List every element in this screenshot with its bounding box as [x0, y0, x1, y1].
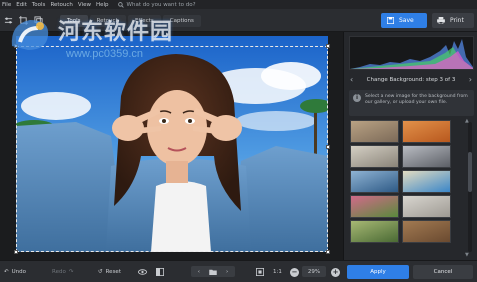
preview-button[interactable] — [138, 267, 147, 277]
thumbnail-tropical-beach[interactable] — [402, 170, 451, 193]
toolbar-left-tools — [2, 13, 44, 27]
app-window: File Edit Tools Retouch View Help What d… — [0, 0, 477, 282]
zoom-level[interactable]: 29% — [302, 266, 326, 277]
apply-button[interactable]: Apply — [347, 265, 409, 279]
menu-help[interactable]: Help — [96, 2, 109, 8]
undo-label: Undo — [11, 269, 26, 275]
tab-tools[interactable]: Tools — [60, 15, 88, 27]
save-label: Save — [399, 17, 414, 24]
thumbnail-street-scene[interactable] — [350, 120, 399, 143]
folder-icon[interactable] — [209, 269, 217, 275]
redo-label: Redo — [52, 269, 66, 275]
right-panel: ‹ Change Background: step 3 of 3 › i Sel… — [343, 32, 477, 260]
info-icon: i — [353, 94, 361, 102]
reset-icon: ↺ — [98, 269, 103, 275]
layers-tool[interactable] — [32, 13, 44, 27]
printer-icon — [437, 17, 445, 24]
photo-image — [16, 36, 328, 252]
file-navigator: ‹ › — [191, 266, 235, 277]
thumbnail-wood-floor[interactable] — [402, 220, 451, 243]
chevron-left-icon[interactable]: ‹ — [198, 269, 200, 275]
print-button[interactable]: Print — [432, 13, 474, 28]
thumbnail-cafe-interior[interactable] — [350, 145, 399, 168]
main-toolbar: Tools Retouch Effects Captions Save Prin… — [0, 9, 477, 32]
chevron-left-icon[interactable]: ‹ — [350, 74, 353, 86]
sliders-icon — [4, 17, 12, 23]
histogram — [349, 36, 474, 70]
print-label: Print — [450, 17, 464, 24]
save-button[interactable]: Save — [381, 13, 427, 28]
menu-edit[interactable]: Edit — [16, 2, 27, 8]
floppy-disk-icon — [387, 17, 394, 24]
fit-to-screen-button[interactable] — [256, 267, 264, 277]
menu-retouch[interactable]: Retouch — [50, 2, 72, 8]
reset-button[interactable]: ↺ Reset — [98, 267, 121, 277]
cancel-button[interactable]: Cancel — [413, 265, 473, 279]
toolbar-tabs: Tools Retouch Effects Captions — [60, 15, 201, 27]
split-view-icon — [156, 268, 164, 276]
undo-button[interactable]: ↶ Undo — [4, 267, 26, 277]
zoom-actual-size[interactable]: 1:1 — [273, 267, 282, 277]
thumbnail-city-buildings[interactable] — [402, 145, 451, 168]
search-icon — [117, 1, 124, 8]
bottom-bar: ↶ Undo Redo ↷ ↺ Reset ‹ › 1:1 − 29% + Ap… — [0, 260, 477, 282]
minus-icon: − — [290, 267, 299, 277]
chevron-right-icon[interactable]: › — [469, 74, 472, 86]
gallery-scrollbar[interactable] — [468, 122, 472, 252]
scroll-down-icon[interactable]: ▼ — [465, 252, 469, 258]
adjust-tool[interactable] — [2, 13, 14, 27]
undo-icon: ↶ — [4, 269, 9, 275]
compare-button[interactable] — [156, 267, 164, 277]
search-placeholder: What do you want to do? — [126, 1, 196, 8]
reset-label: Reset — [105, 269, 121, 275]
tab-captions[interactable]: Captions — [162, 15, 201, 27]
menu-search[interactable]: What do you want to do? — [117, 1, 196, 8]
layers-icon — [33, 15, 43, 25]
crop-icon — [18, 15, 28, 25]
thumbnail-lake-mountains[interactable] — [350, 170, 399, 193]
thumbnail-forest-path[interactable] — [350, 220, 399, 243]
fit-screen-icon — [256, 268, 264, 276]
thumbnail-autumn-alley[interactable] — [402, 120, 451, 143]
step-title: Change Background: step 3 of 3 — [366, 77, 456, 83]
menu-tools[interactable]: Tools — [32, 2, 46, 8]
chevron-right-icon[interactable]: › — [226, 269, 228, 275]
canvas-area[interactable] — [0, 32, 343, 260]
menu-bar: File Edit Tools Retouch View Help What d… — [0, 0, 477, 9]
zoom-in-button[interactable]: + — [331, 267, 340, 277]
menu-file[interactable]: File — [2, 2, 11, 8]
step-header: ‹ Change Background: step 3 of 3 › — [344, 74, 477, 86]
scrollbar-thumb[interactable] — [468, 152, 472, 192]
tab-retouch[interactable]: Retouch — [89, 15, 127, 27]
zoom-out-button[interactable]: − — [290, 267, 299, 277]
crop-tool[interactable] — [17, 13, 29, 27]
background-gallery — [350, 120, 464, 256]
redo-icon: ↷ — [68, 269, 74, 275]
tab-effects[interactable]: Effects — [128, 15, 161, 27]
photo-canvas[interactable] — [16, 36, 328, 252]
thumbnail-flower-field[interactable] — [350, 195, 399, 218]
info-box: i Select a new image for the background … — [349, 90, 474, 116]
menu-view[interactable]: View — [78, 2, 91, 8]
thumbnail-stone-texture[interactable] — [402, 195, 451, 218]
histogram-graph — [350, 39, 473, 69]
plus-icon: + — [331, 267, 340, 277]
info-text: Select a new image for the background fr… — [365, 94, 468, 105]
redo-button[interactable]: Redo ↷ — [52, 267, 73, 277]
eye-icon — [138, 269, 147, 275]
